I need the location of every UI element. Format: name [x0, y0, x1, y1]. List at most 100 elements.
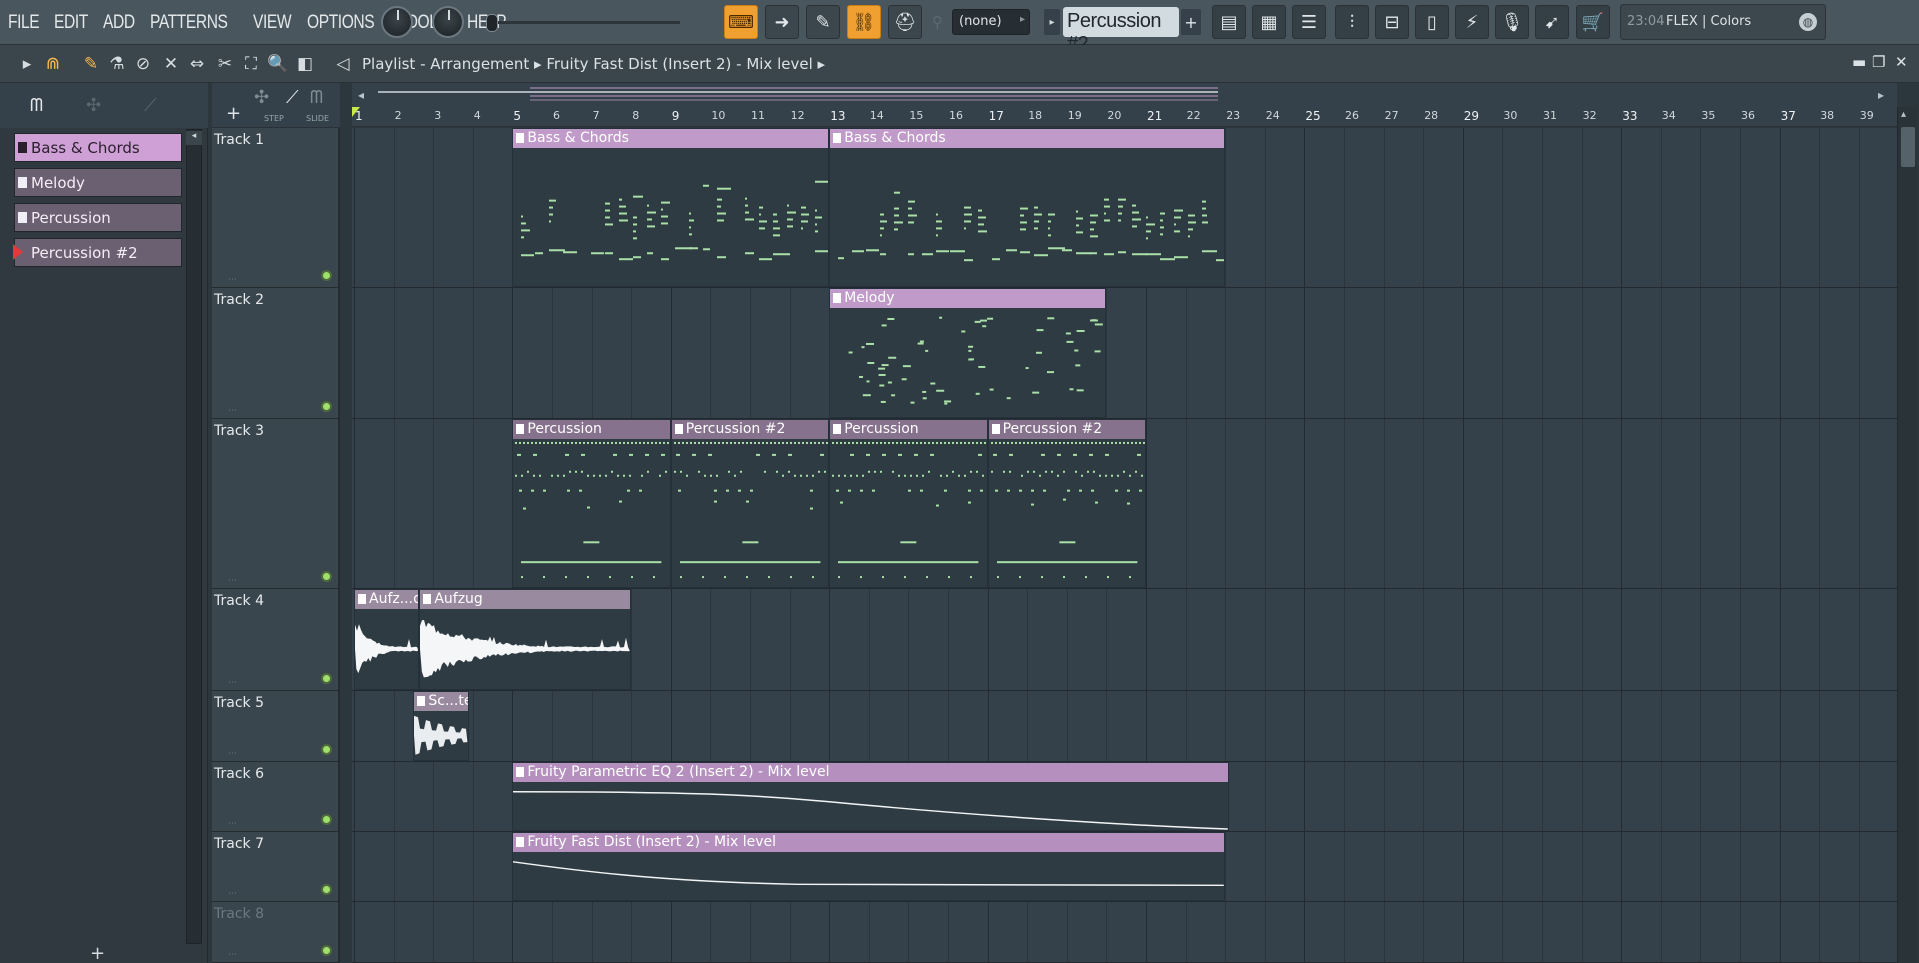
slice-tool-icon[interactable]: ✂	[214, 54, 236, 74]
menu-add[interactable]: ADD	[103, 12, 135, 34]
piano-roll-button[interactable]: ▦	[1252, 5, 1286, 39]
project-info-button[interactable]: ▯	[1415, 5, 1449, 39]
menu-edit[interactable]: EDIT	[54, 12, 88, 34]
pattern-selector-dropdown[interactable]: (none) ▸	[952, 9, 1030, 35]
audio-clip[interactable]: Aufzug	[419, 589, 632, 690]
pattern-clip[interactable]: Bass & Chords	[512, 128, 830, 287]
track-name[interactable]: Track 8	[214, 906, 264, 922]
draw-tool-icon[interactable]: ✎	[80, 54, 102, 74]
pattern-item[interactable]: Bass & Chords	[14, 133, 182, 162]
playhead-marker[interactable]	[352, 107, 360, 117]
chevron-up-icon[interactable]: ◂	[186, 131, 202, 145]
playlist-grid[interactable]: Bass & Chords Bass & Chords Melody Percussi…	[352, 128, 1897, 963]
track-grip-icon[interactable]: ⋯	[228, 275, 238, 285]
touch-controller-button[interactable]: 🎙	[1495, 5, 1529, 39]
track-mute-led[interactable]	[321, 401, 332, 412]
flatten-audio-icon[interactable]: ✣	[254, 87, 269, 108]
shop-button[interactable]: 🛒	[1576, 5, 1610, 39]
add-pattern-list-button[interactable]: +	[90, 943, 105, 963]
track-header-2[interactable]: Track 2 ⋯	[212, 288, 340, 419]
pattern-item[interactable]: Percussion #2	[13, 238, 182, 267]
current-pattern-name[interactable]: Percussion #2	[1063, 7, 1179, 55]
playlist-view-button[interactable]: ⌨	[724, 5, 758, 39]
help-button[interactable]: ➹	[1535, 5, 1569, 39]
track-grip-icon[interactable]: ⋯	[228, 950, 238, 960]
picker-scrollbar[interactable]	[186, 129, 202, 944]
clip-header[interactable]: Aufzug	[420, 590, 631, 609]
pattern-clip[interactable]: Percussion	[512, 419, 671, 588]
pattern-view-icon[interactable]: ᗰ	[30, 95, 43, 116]
chevron-up-icon[interactable]: ▴	[1901, 109, 1906, 120]
menu-view[interactable]: VIEW	[253, 12, 292, 34]
track-name[interactable]: Track 2	[214, 292, 264, 308]
clip-header[interactable]: Sc...te	[414, 692, 468, 711]
clip-header[interactable]: Bass & Chords	[830, 129, 1225, 148]
track-header-1[interactable]: Track 1 ⋯	[212, 128, 340, 288]
typing-keyboard-button[interactable]: ✎	[806, 5, 840, 39]
hat-button[interactable]: ⛑	[888, 5, 922, 39]
track-name[interactable]: Track 3	[214, 423, 264, 439]
timeline-ruler[interactable]: 1 2 3 4 5 6 7 8 9 10 11 12 13 14 15 16 17 18 19 20 21 22 23 24 2…	[352, 105, 1897, 127]
arrangement-overview[interactable]	[352, 83, 1897, 105]
track-grip-icon[interactable]: ⋯	[228, 819, 238, 829]
track-mute-led[interactable]	[321, 814, 332, 825]
clip-header[interactable]: Aufz...on	[355, 590, 419, 609]
clip-header[interactable]: Percussion	[830, 420, 987, 439]
clip-header[interactable]: Melody	[830, 289, 1106, 308]
clip-header[interactable]: Percussion #2	[671, 420, 829, 439]
channel-rack-button[interactable]: ☰	[1292, 5, 1326, 39]
track-name[interactable]: Track 6	[214, 766, 264, 782]
clip-header[interactable]: Percussion	[513, 420, 670, 439]
playlist-button[interactable]: ▤	[1212, 5, 1246, 39]
plugin-picker-button[interactable]: ⚡	[1455, 5, 1489, 39]
menu-file[interactable]: FILE	[8, 12, 40, 34]
minimize-icon[interactable]: ▬	[1852, 53, 1866, 71]
pattern-clip[interactable]: Melody	[829, 288, 1107, 418]
master-volume-knob[interactable]	[381, 6, 413, 38]
link-button[interactable]: ⛓	[847, 5, 881, 39]
paint-tool-icon[interactable]: ⚗	[106, 54, 128, 74]
add-track-icon[interactable]: +	[226, 103, 241, 124]
scrollbar-thumb[interactable]	[1901, 127, 1915, 167]
pattern-clip[interactable]: Percussion	[829, 419, 988, 588]
pattern-clip[interactable]: Percussion #2	[670, 419, 830, 588]
playlist-vertical-scrollbar[interactable]: ▴	[1897, 107, 1917, 963]
automation-link-icon[interactable]: ⟋	[286, 87, 299, 108]
track-mute-led[interactable]	[321, 884, 332, 895]
pattern-clip[interactable]: Percussion #2	[987, 419, 1146, 588]
automation-view-icon[interactable]: ⟋	[144, 95, 157, 116]
master-pitch-knob[interactable]	[432, 6, 464, 38]
track-header-8[interactable]: Track 8 ⋯	[212, 902, 340, 963]
track-header-5[interactable]: Track 5 ⋯	[212, 691, 340, 762]
close-icon[interactable]: ✕	[1895, 53, 1908, 71]
track-grip-icon[interactable]: ⋯	[228, 749, 238, 759]
audio-view-icon[interactable]: ✣	[86, 95, 101, 116]
browser-button[interactable]: ⊟	[1375, 5, 1409, 39]
clip-header[interactable]: Fruity Fast Dist (Insert 2) - Mix level	[513, 833, 1225, 852]
track-mute-led[interactable]	[321, 270, 332, 281]
track-header-3[interactable]: Track 3 ⋯	[212, 419, 340, 589]
automation-clip[interactable]: Fruity Parametric EQ 2 (Insert 2) - Mix …	[512, 762, 1230, 831]
menu-options[interactable]: OPTIONS	[307, 12, 375, 34]
track-mute-led[interactable]	[321, 945, 332, 956]
clip-header[interactable]: Bass & Chords	[513, 129, 829, 148]
pattern-clip[interactable]: Bass & Chords	[829, 128, 1226, 287]
clip-header[interactable]: Fruity Parametric EQ 2 (Insert 2) - Mix …	[513, 763, 1229, 782]
slide-label[interactable]: SLIDE	[306, 114, 329, 123]
add-pattern-button[interactable]: +	[1181, 9, 1201, 35]
mute-tool-icon[interactable]: ✕	[160, 54, 182, 74]
track-grip-icon[interactable]: ⋯	[228, 576, 238, 586]
automation-clip[interactable]: Fruity Fast Dist (Insert 2) - Mix level	[512, 832, 1226, 901]
slip-tool-icon[interactable]: ⇔	[186, 54, 208, 74]
mixer-button[interactable]: ⫶	[1335, 5, 1369, 39]
menu-patterns[interactable]: PATTERNS	[150, 12, 228, 34]
track-mute-led[interactable]	[321, 744, 332, 755]
track-mute-led[interactable]	[321, 673, 332, 684]
playback-tool-icon[interactable]: ◧	[294, 54, 316, 74]
track-grip-icon[interactable]: ⋯	[228, 406, 238, 416]
track-header-4[interactable]: Track 4 ⋯	[212, 589, 340, 691]
track-name[interactable]: Track 7	[214, 836, 264, 852]
pattern-mode-icon[interactable]: ᗰ	[310, 87, 323, 108]
clip-header[interactable]: Percussion #2	[988, 420, 1145, 439]
track-name[interactable]: Track 4	[214, 593, 264, 609]
